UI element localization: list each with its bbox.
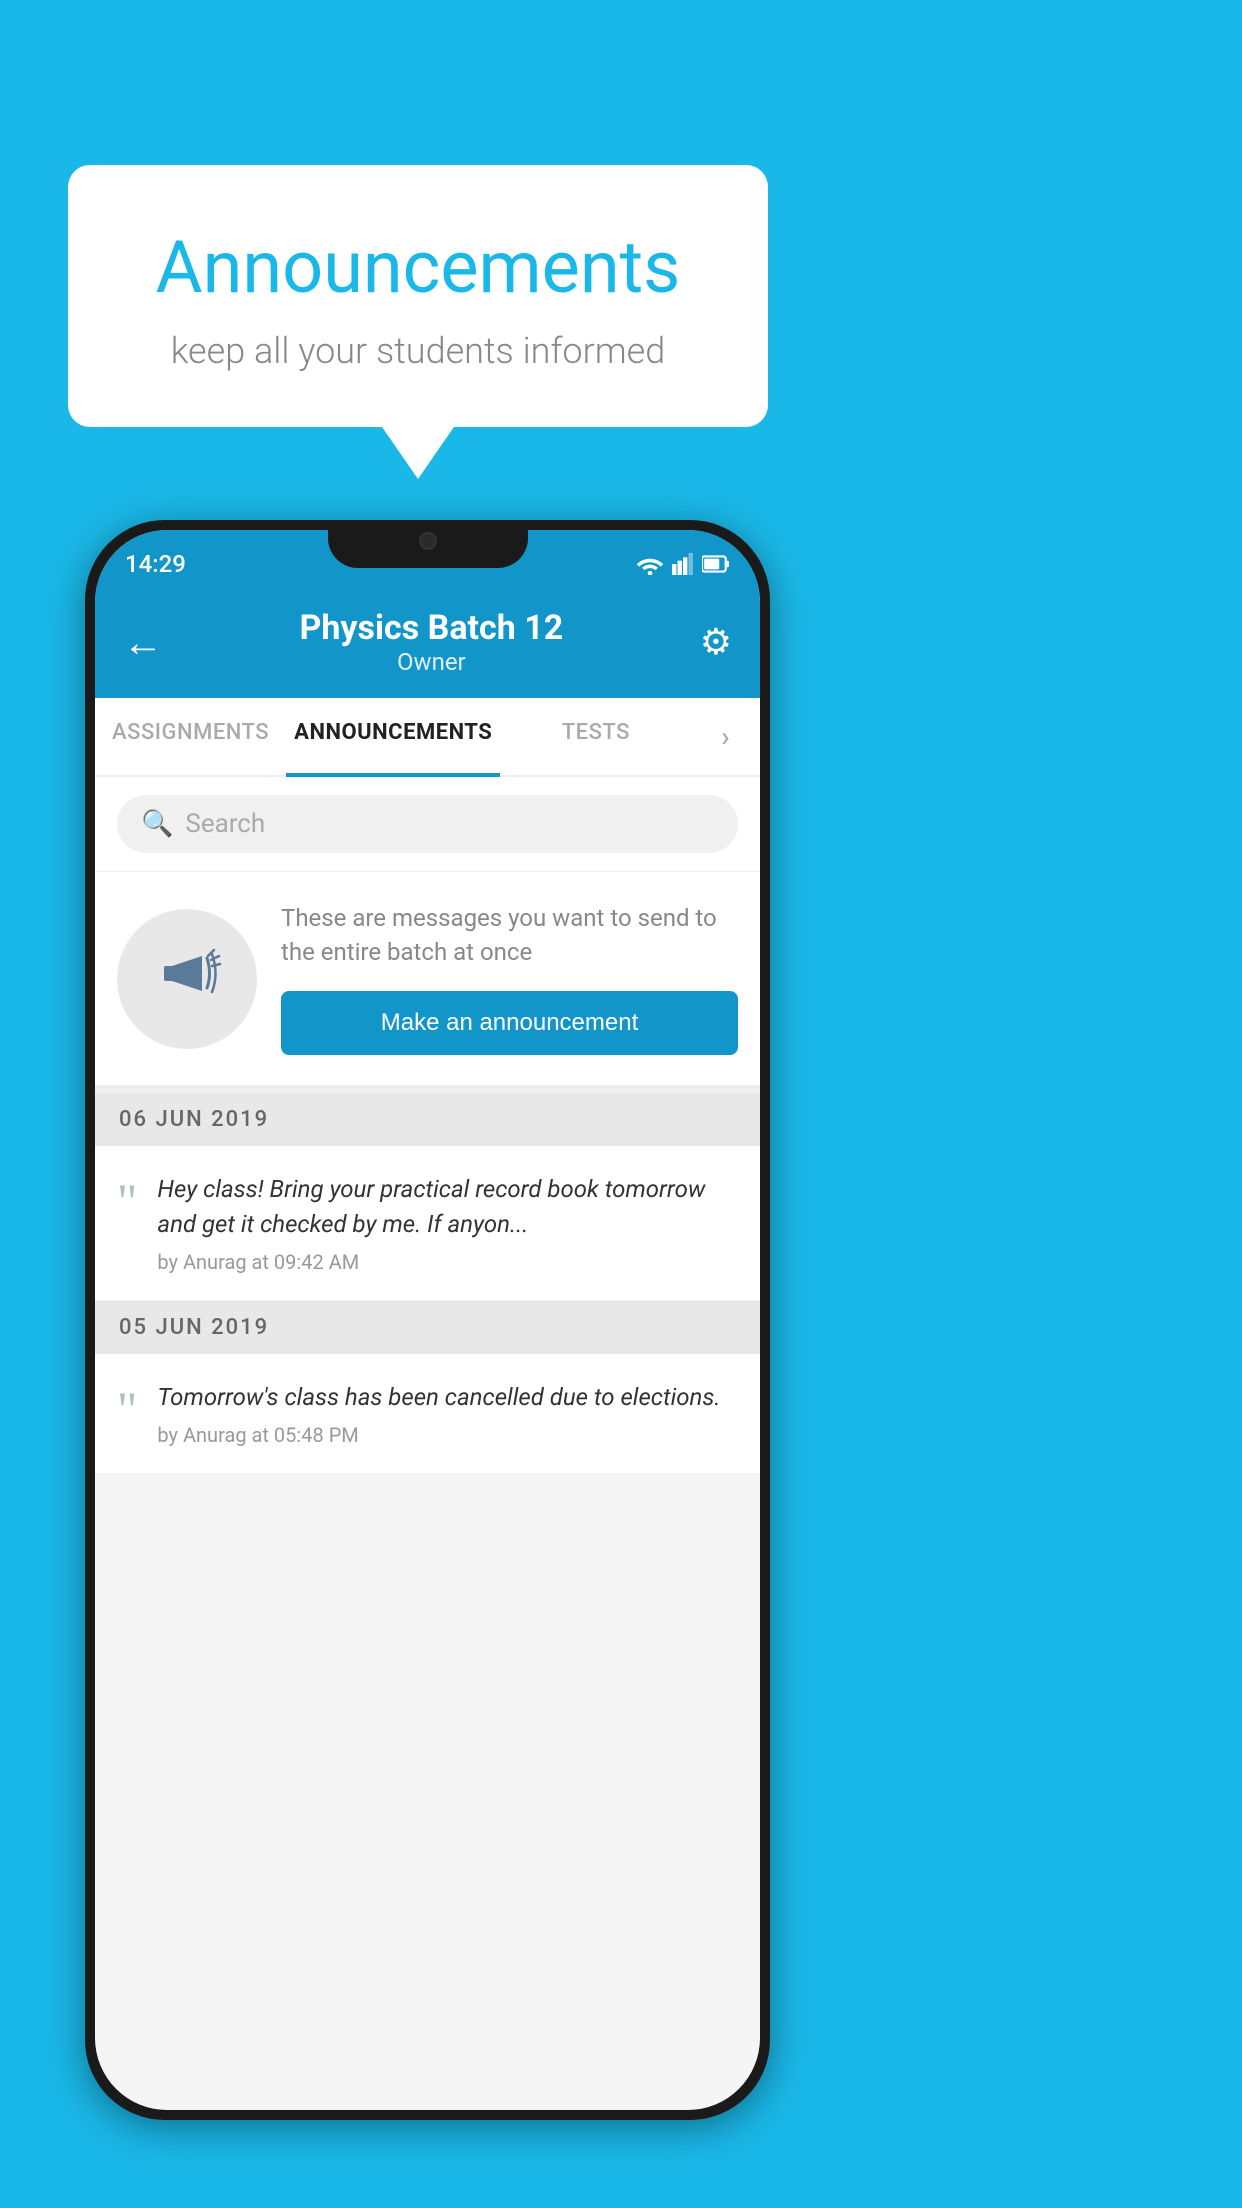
status-icons	[636, 553, 730, 575]
speech-bubble-subtitle: keep all your students informed	[118, 330, 718, 372]
announcement-meta-1: by Anurag at 09:42 AM	[157, 1250, 738, 1274]
tab-assignments[interactable]: ASSIGNMENTS	[95, 698, 286, 775]
search-container: 🔍 Search	[95, 777, 760, 872]
megaphone-icon	[152, 936, 222, 1021]
phone-notch	[328, 520, 528, 568]
announcement-description: These are messages you want to send to t…	[281, 902, 738, 969]
make-announcement-button[interactable]: Make an announcement	[281, 991, 738, 1055]
tab-announcements[interactable]: ANNOUNCEMENTS	[286, 698, 500, 775]
search-input[interactable]: Search	[185, 809, 265, 839]
gear-icon[interactable]: ⚙	[700, 621, 732, 663]
quote-icon-2: "	[117, 1384, 137, 1434]
phone-frame: 14:29	[85, 520, 770, 2120]
announcement-icon-circle	[117, 909, 257, 1049]
search-input-wrapper[interactable]: 🔍 Search	[117, 795, 738, 853]
search-icon: 🔍	[141, 809, 173, 839]
announcement-right: These are messages you want to send to t…	[281, 902, 738, 1055]
header-title: Physics Batch 12	[163, 608, 700, 648]
date-separator-1: 06 JUN 2019	[95, 1093, 760, 1146]
battery-icon	[702, 553, 730, 575]
date-separator-2: 05 JUN 2019	[95, 1301, 760, 1354]
status-time: 14:29	[125, 550, 186, 578]
speech-bubble-container: Announcements keep all your students inf…	[68, 165, 768, 427]
announcement-text-2: Tomorrow's class has been cancelled due …	[157, 1380, 738, 1415]
header-subtitle: Owner	[163, 648, 700, 676]
tab-tests[interactable]: TESTS	[500, 698, 691, 775]
phone-camera	[419, 532, 437, 550]
announcement-content-2: Tomorrow's class has been cancelled due …	[157, 1380, 738, 1447]
announcement-item-1[interactable]: " Hey class! Bring your practical record…	[95, 1146, 760, 1301]
announcement-meta-2: by Anurag at 05:48 PM	[157, 1423, 738, 1447]
tab-more[interactable]: ›	[691, 698, 760, 775]
speech-bubble-title: Announcements	[118, 225, 718, 310]
wifi-icon	[636, 553, 664, 575]
phone-container: 14:29	[85, 520, 770, 2120]
announcement-prompt: These are messages you want to send to t…	[95, 872, 760, 1093]
announcement-item-2[interactable]: " Tomorrow's class has been cancelled du…	[95, 1354, 760, 1474]
announcement-text-1: Hey class! Bring your practical record b…	[157, 1172, 738, 1242]
back-button[interactable]: ←	[123, 619, 163, 666]
header-center: Physics Batch 12 Owner	[163, 608, 700, 676]
phone-screen: 14:29	[95, 530, 760, 2110]
app-header: ← Physics Batch 12 Owner ⚙	[95, 590, 760, 698]
tabs-bar: ASSIGNMENTS ANNOUNCEMENTS TESTS ›	[95, 698, 760, 777]
announcement-content-1: Hey class! Bring your practical record b…	[157, 1172, 738, 1274]
speech-bubble: Announcements keep all your students inf…	[68, 165, 768, 427]
signal-icon	[672, 553, 694, 575]
quote-icon-1: "	[117, 1176, 137, 1226]
